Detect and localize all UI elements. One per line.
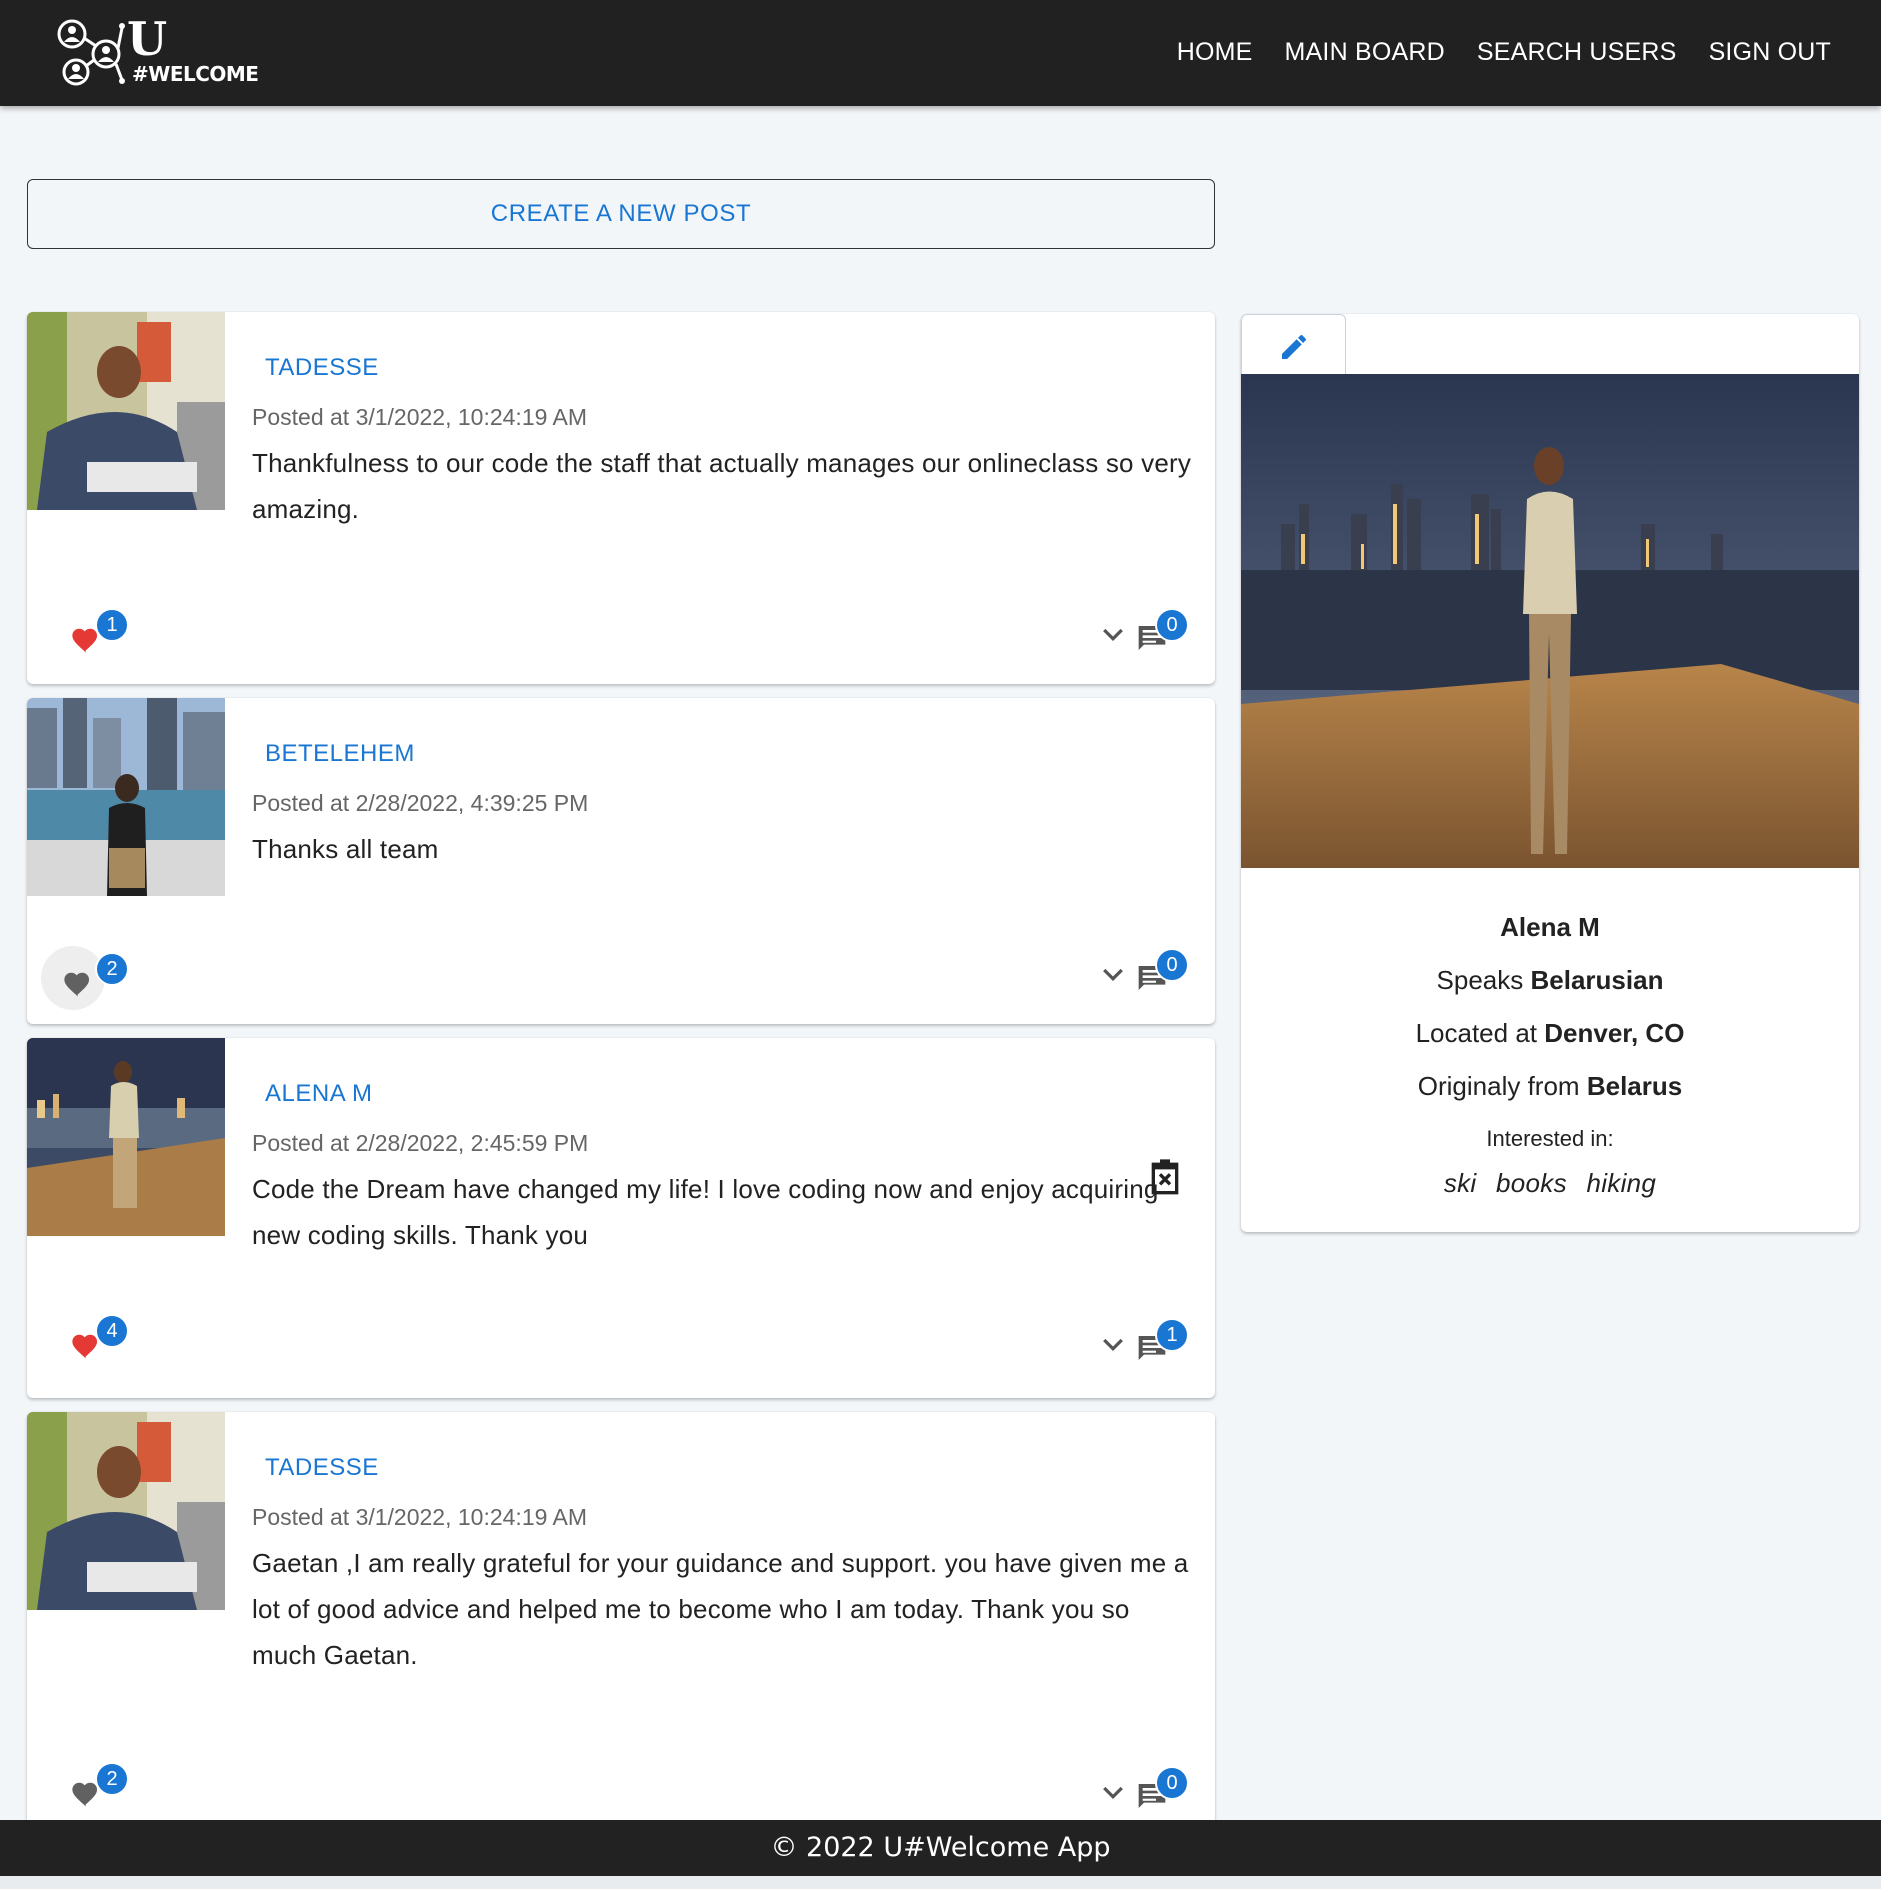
like-button[interactable]: 4	[61, 1314, 129, 1359]
author-avatar[interactable]	[27, 312, 225, 510]
comments-button[interactable]: 1	[1135, 1318, 1189, 1364]
post-timestamp: Posted at 3/1/2022, 10:24:19 AM	[252, 1504, 588, 1530]
interest-tag: ski	[1443, 1168, 1477, 1198]
post-author-link[interactable]: TADESSE	[265, 354, 379, 382]
expand-comments-chevron-icon[interactable]	[1098, 1330, 1128, 1360]
nav-home[interactable]: HOME	[1177, 38, 1253, 67]
comments-count-badge: 1	[1155, 1318, 1189, 1352]
likes-count-badge: 4	[95, 1314, 129, 1348]
nav-main-board[interactable]: MAIN BOARD	[1285, 38, 1445, 67]
profile-info: Alena M Speaks Belarusian Located at Den…	[1241, 894, 1859, 1199]
profile-origin: Originaly from Belarus	[1241, 1071, 1859, 1102]
post-card: TADESSE Posted at 3/1/2022, 10:24:19 AM …	[27, 1412, 1215, 1820]
expand-comments-chevron-icon[interactable]	[1098, 620, 1128, 650]
likes-count-badge: 2	[95, 952, 129, 986]
author-avatar[interactable]	[27, 698, 225, 896]
nav-search-users[interactable]: SEARCH USERS	[1477, 38, 1677, 67]
location-value: Denver, CO	[1544, 1018, 1685, 1048]
location-prefix: Located at	[1415, 1018, 1538, 1048]
language-value: Belarusian	[1530, 965, 1664, 995]
comments-button[interactable]: 0	[1135, 1766, 1189, 1812]
post-author-link[interactable]: ALENA M	[265, 1080, 373, 1108]
author-avatar[interactable]	[27, 1038, 225, 1236]
pencil-icon	[1282, 335, 1306, 359]
delete-post-trash-icon[interactable]	[1145, 1156, 1185, 1196]
comments-button[interactable]: 0	[1135, 948, 1189, 994]
origin-value: Belarus	[1586, 1071, 1683, 1101]
expand-comments-chevron-icon[interactable]	[1098, 1778, 1128, 1808]
interest-tag: books	[1496, 1168, 1567, 1198]
likes-count-badge: 2	[95, 1762, 129, 1796]
comments-count-badge: 0	[1155, 948, 1189, 982]
nav-links: HOME MAIN BOARD SEARCH USERS SIGN OUT	[1177, 38, 1831, 67]
profile-name: Alena M	[1500, 912, 1600, 942]
post-author-link[interactable]: BETELEHEM	[265, 740, 415, 768]
profile-language: Speaks Belarusian	[1241, 965, 1859, 996]
top-navbar: U #WELCOME HOME MAIN BOARD SEARCH USERS …	[0, 0, 1881, 106]
post-text: Thanks all team	[252, 834, 439, 864]
language-prefix: Speaks	[1436, 965, 1524, 995]
post-text: Gaetan ,I am really grateful for your gu…	[252, 1548, 1189, 1670]
comments-count-badge: 0	[1155, 1766, 1189, 1800]
like-button[interactable]: 1	[61, 608, 129, 653]
profile-photo	[1241, 374, 1859, 868]
comments-button[interactable]: 0	[1135, 608, 1189, 654]
expand-comments-chevron-icon[interactable]	[1098, 960, 1128, 990]
page-bottom-strip	[0, 1876, 1881, 1889]
footer-copyright: © 2022 U#Welcome App	[770, 1832, 1111, 1863]
post-text: Code the Dream have changed my life! I l…	[252, 1174, 1159, 1250]
footer: © 2022 U#Welcome App	[0, 1820, 1881, 1876]
like-button[interactable]: 2	[41, 946, 129, 1010]
interests-label: Interested in:	[1486, 1126, 1614, 1151]
interest-tag: hiking	[1586, 1168, 1657, 1198]
post-author-link[interactable]: TADESSE	[265, 1454, 379, 1482]
edit-profile-tab[interactable]	[1241, 314, 1346, 374]
heart-icon	[64, 972, 90, 997]
like-button[interactable]: 2	[61, 1762, 129, 1807]
comments-count-badge: 0	[1155, 608, 1189, 642]
brand-letter: U	[127, 12, 168, 66]
brand-tagline: #WELCOME	[132, 62, 259, 86]
network-people-icon	[57, 19, 125, 86]
post-card: TADESSE Posted at 3/1/2022, 10:24:19 AM …	[27, 312, 1215, 684]
interest-tags: ski books hiking	[1241, 1168, 1859, 1199]
nav-sign-out[interactable]: SIGN OUT	[1709, 38, 1831, 67]
origin-prefix: Originaly from	[1417, 1071, 1580, 1101]
likes-count-badge: 1	[95, 608, 129, 642]
post-card: BETELEHEM Posted at 2/28/2022, 4:39:25 P…	[27, 698, 1215, 1024]
post-text: Thankfulness to our code the staff that …	[252, 448, 1192, 524]
post-timestamp: Posted at 3/1/2022, 10:24:19 AM	[252, 404, 588, 430]
profile-location: Located at Denver, CO	[1241, 1018, 1859, 1049]
profile-card: Alena M Speaks Belarusian Located at Den…	[1241, 314, 1859, 1232]
post-timestamp: Posted at 2/28/2022, 2:45:59 PM	[252, 1130, 589, 1156]
app-logo[interactable]: U #WELCOME	[56, 12, 259, 92]
create-post-button[interactable]: CREATE A NEW POST	[27, 179, 1215, 249]
post-timestamp: Posted at 2/28/2022, 4:39:25 PM	[252, 790, 589, 816]
post-card: ALENA M Posted at 2/28/2022, 2:45:59 PM …	[27, 1038, 1215, 1398]
author-avatar[interactable]	[27, 1412, 225, 1610]
